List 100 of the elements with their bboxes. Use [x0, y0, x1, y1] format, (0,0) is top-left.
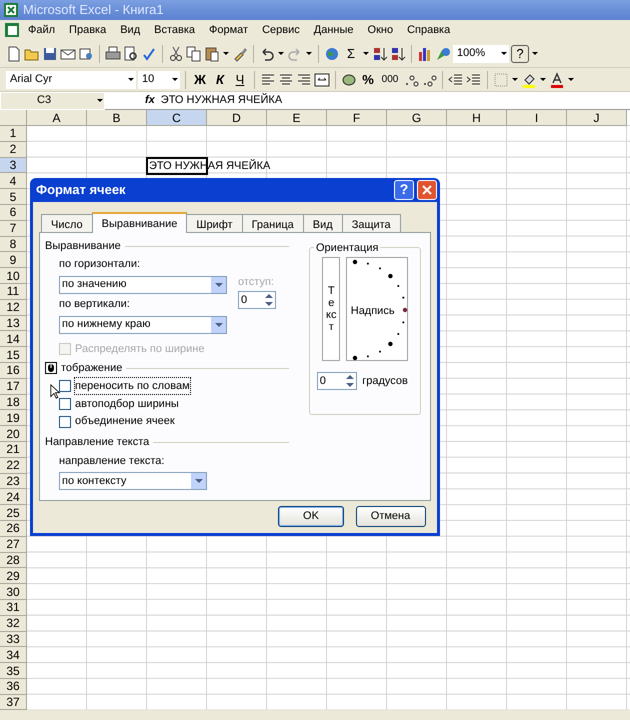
tab[interactable]: Выравнивание [92, 212, 188, 232]
sort-ascending-icon[interactable] [372, 46, 388, 62]
spelling-icon[interactable] [141, 46, 157, 62]
menu-item[interactable]: Данные [308, 20, 360, 40]
menu-item[interactable]: Правка [63, 20, 112, 40]
row-header[interactable]: 26 [0, 520, 27, 537]
tab[interactable]: Граница [242, 214, 304, 232]
menu-item[interactable]: Окно [362, 20, 400, 40]
font-size-field[interactable]: 10 [138, 70, 180, 88]
font-field[interactable]: Arial Cyr [6, 70, 136, 88]
row-header[interactable]: 28 [0, 552, 27, 568]
checkbox[interactable] [59, 380, 71, 392]
menu-item[interactable]: Сервис [256, 20, 306, 40]
align-right-icon[interactable] [296, 72, 312, 88]
merge-cells-icon[interactable] [314, 72, 330, 88]
menu-item[interactable]: Формат [203, 20, 254, 40]
row-header[interactable]: 25 [0, 505, 27, 521]
dropdown[interactable]: по значению [59, 276, 227, 294]
menu-item[interactable]: Справка [401, 20, 456, 40]
column-header[interactable]: C [147, 110, 207, 126]
fx-label[interactable]: fx [145, 92, 155, 109]
row-header[interactable]: 2 [0, 142, 27, 158]
chart-icon[interactable] [417, 46, 433, 62]
row-header[interactable]: 11 [0, 284, 27, 300]
row-header[interactable]: 36 [0, 678, 27, 695]
bold-button[interactable]: Ж [191, 70, 209, 88]
align-left-icon[interactable] [260, 72, 276, 88]
column-header[interactable]: I [507, 110, 567, 126]
row-header[interactable]: 17 [0, 378, 27, 395]
row-header[interactable]: 1 [0, 126, 27, 142]
font-color-icon[interactable] [549, 72, 565, 88]
dropdown[interactable]: по нижнему краю [59, 316, 227, 334]
vertical-text-button[interactable]: Текст [322, 257, 340, 361]
fill-bucket-icon[interactable] [521, 72, 537, 88]
caret-icon[interactable] [511, 77, 519, 82]
print-preview-icon[interactable] [123, 46, 139, 62]
scissors-icon[interactable] [168, 46, 184, 62]
save-icon[interactable] [42, 46, 58, 62]
paste-icon[interactable] [204, 46, 220, 62]
italic-button[interactable]: К [211, 70, 229, 88]
caret-icon[interactable] [362, 51, 370, 56]
row-header[interactable]: 29 [0, 568, 27, 584]
row-header[interactable]: 22 [0, 458, 27, 474]
zoom-field[interactable]: 100% [453, 44, 509, 62]
column-header[interactable]: H [447, 110, 507, 126]
checkbox[interactable] [59, 398, 71, 410]
caret-icon[interactable] [96, 98, 104, 103]
brush-icon[interactable] [232, 46, 248, 62]
close-button[interactable] [417, 180, 437, 200]
caret-icon[interactable] [171, 77, 179, 82]
row-header[interactable]: 5 [0, 189, 27, 205]
column-header[interactable]: J [567, 110, 627, 126]
underline-button[interactable]: Ч [231, 70, 249, 88]
row-header[interactable]: 20 [0, 426, 27, 442]
row-header[interactable]: 4 [0, 173, 27, 190]
column-header[interactable]: F [327, 110, 387, 126]
column-header[interactable]: E [267, 110, 327, 126]
row-header[interactable]: 34 [0, 647, 27, 664]
row-header[interactable]: 21 [0, 442, 27, 458]
dialog-button[interactable]: OK [278, 506, 344, 527]
row-header[interactable]: 10 [0, 268, 27, 284]
column-header[interactable]: B [87, 110, 147, 126]
caret-icon[interactable] [567, 77, 575, 82]
row-header[interactable]: 31 [0, 600, 27, 616]
help-button[interactable]: ? [511, 44, 529, 62]
row-header[interactable]: 12 [0, 300, 27, 316]
row-header[interactable]: 14 [0, 331, 27, 348]
row-header[interactable]: 33 [0, 632, 27, 648]
menu-item[interactable]: Вставка [148, 20, 202, 40]
row-header[interactable]: 37 [0, 694, 27, 710]
column-header[interactable]: G [387, 110, 447, 126]
row-header[interactable]: 8 [0, 236, 27, 252]
caret-icon[interactable] [222, 51, 230, 56]
row-header[interactable]: 7 [0, 220, 27, 237]
caret-icon[interactable] [531, 51, 539, 56]
row-header[interactable]: 24 [0, 489, 27, 506]
row-header[interactable]: 35 [0, 663, 27, 679]
tab[interactable]: Вид [302, 214, 343, 232]
row-header[interactable]: 9 [0, 252, 27, 268]
thousands-button[interactable]: 000 [379, 70, 401, 88]
decrease-indent-icon[interactable] [448, 72, 464, 88]
dialog-button[interactable]: Отмена [356, 506, 426, 527]
formula-value[interactable]: ЭТО НУЖНАЯ ЯЧЕЙКА [160, 92, 282, 109]
menu-item[interactable]: Вид [114, 20, 146, 40]
checkbox[interactable] [59, 416, 71, 428]
indent-spinner[interactable]: 0 [238, 290, 276, 309]
caret-icon[interactable] [127, 77, 135, 82]
increase-indent-icon[interactable] [466, 72, 482, 88]
caret-icon[interactable] [305, 51, 313, 56]
column-header[interactable]: A [27, 110, 87, 126]
globe-icon[interactable] [324, 46, 340, 62]
row-header[interactable]: 19 [0, 410, 27, 426]
sort-descending-icon[interactable] [390, 46, 406, 62]
tab[interactable]: Защита [342, 214, 401, 232]
percent-button[interactable]: % [359, 70, 377, 88]
menu-item[interactable]: Файл [22, 20, 62, 40]
row-header[interactable]: 15 [0, 347, 27, 363]
row-header[interactable]: 16 [0, 362, 27, 379]
row-header[interactable]: 13 [0, 316, 27, 332]
row-header[interactable]: 30 [0, 584, 27, 600]
